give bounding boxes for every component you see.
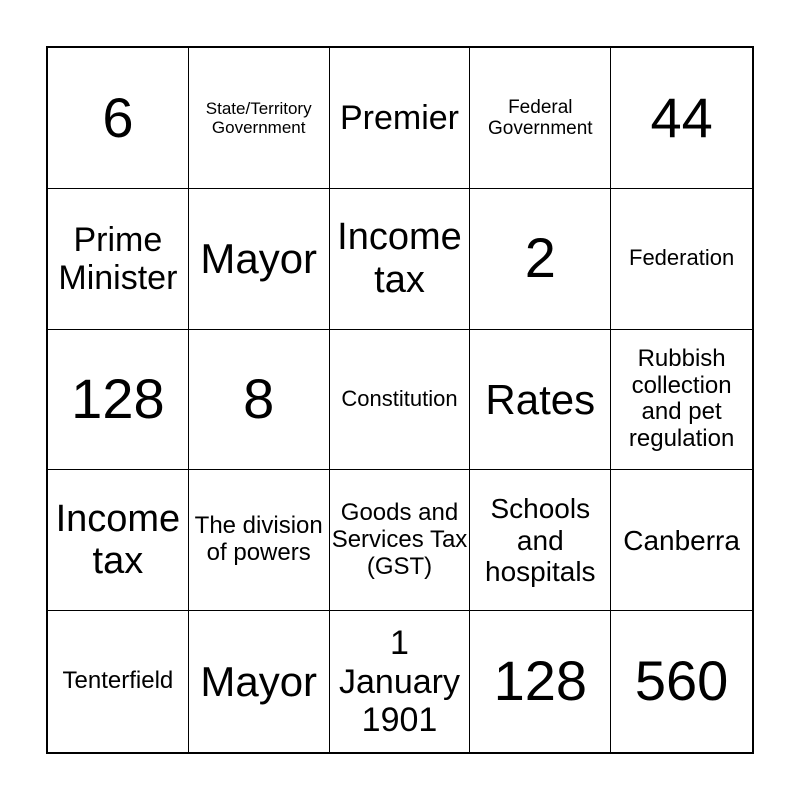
bingo-cell[interactable]: Federation — [611, 189, 752, 330]
bingo-cell[interactable]: 560 — [611, 611, 752, 752]
bingo-cell[interactable]: Schools and hospitals — [470, 470, 612, 612]
bingo-cell[interactable]: State/Territory Government — [188, 48, 330, 189]
bingo-card: 6 State/Territory Government Premier Fed… — [46, 46, 754, 754]
bingo-cell[interactable]: 128 — [48, 329, 189, 471]
bingo-cell[interactable]: Prime Minister — [48, 188, 189, 330]
bingo-cell[interactable]: 1 January 1901 — [330, 611, 471, 752]
bingo-cell[interactable]: 6 — [48, 48, 189, 189]
bingo-cell[interactable]: Income tax — [329, 188, 471, 330]
bingo-cell[interactable]: 8 — [188, 329, 330, 471]
bingo-cell[interactable]: Canberra — [611, 470, 752, 612]
bingo-cell[interactable]: Constitution — [329, 329, 471, 471]
bingo-cell[interactable]: 44 — [611, 48, 752, 189]
bingo-cell[interactable]: Goods and Services Tax (GST) — [329, 470, 471, 612]
bingo-cell[interactable]: Rates — [470, 329, 612, 471]
bingo-cell[interactable]: Mayor — [189, 611, 330, 752]
bingo-cell[interactable]: Rubbish collection and pet regulation — [611, 330, 752, 471]
bingo-cell[interactable]: Mayor — [188, 188, 330, 330]
bingo-cell[interactable]: The division of powers — [188, 470, 330, 612]
bingo-cell[interactable]: 2 — [470, 188, 612, 330]
bingo-cell[interactable]: Income tax — [48, 470, 189, 612]
bingo-cell[interactable]: 128 — [470, 611, 612, 752]
bingo-cell[interactable]: Federal Government — [470, 48, 612, 189]
bingo-cell[interactable]: Premier — [329, 48, 471, 189]
bingo-cell[interactable]: Tenterfield — [48, 611, 189, 752]
